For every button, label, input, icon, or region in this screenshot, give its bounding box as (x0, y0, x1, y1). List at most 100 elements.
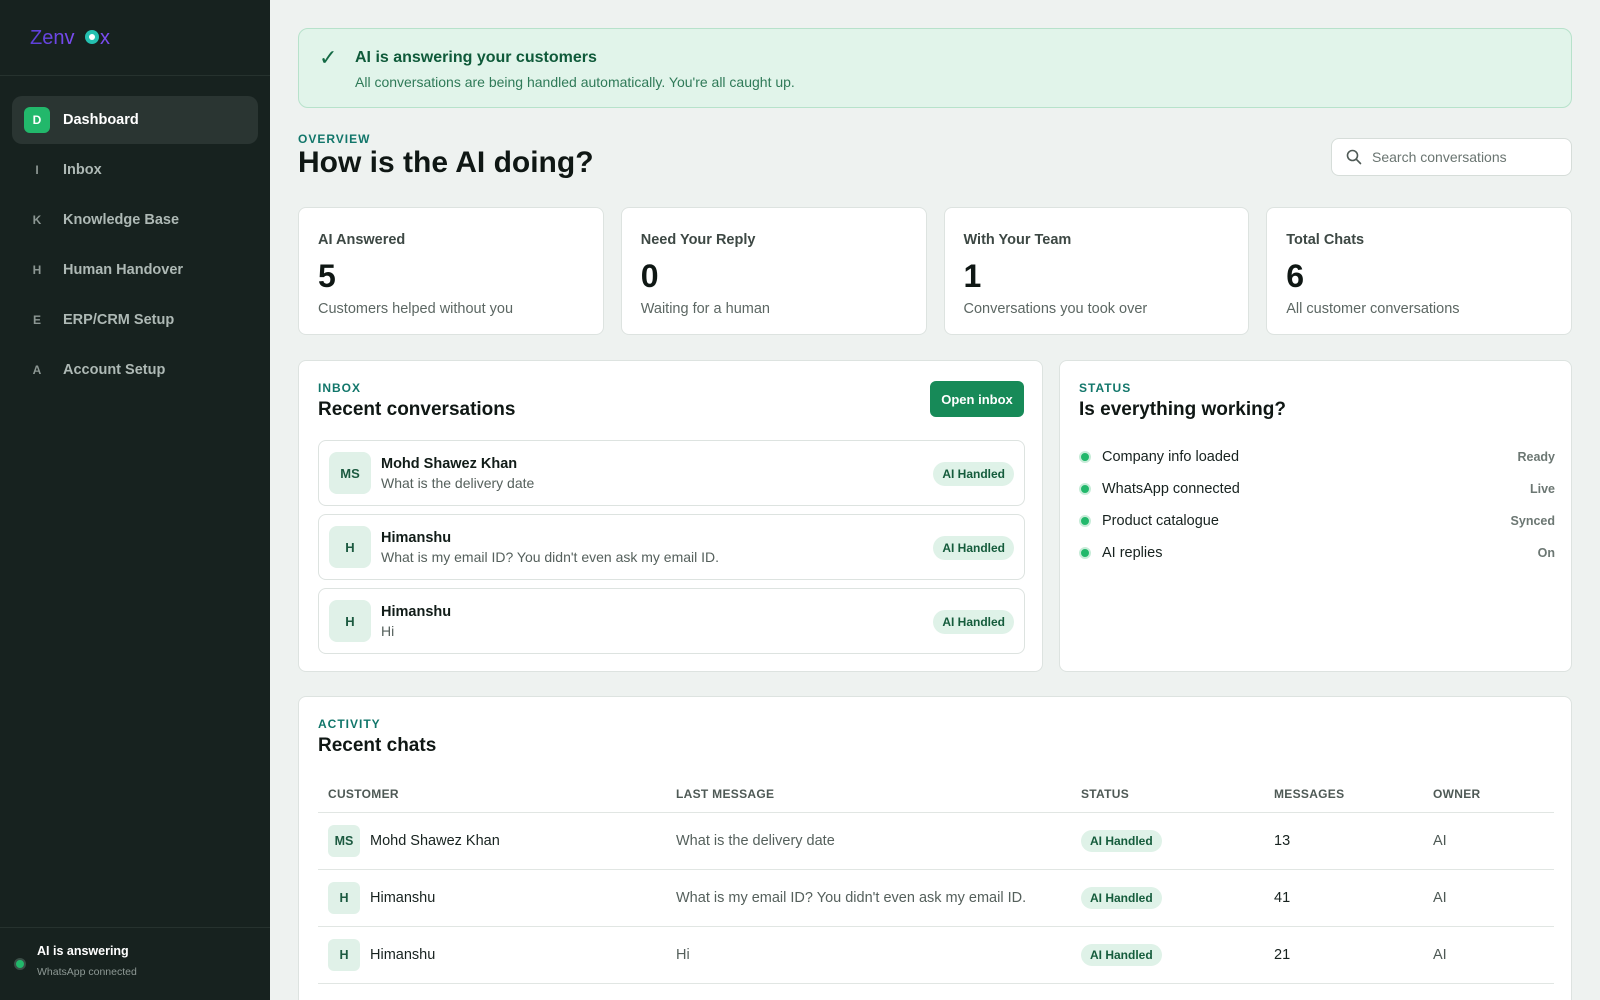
status-panel: STATUS Is everything working? Company in… (1059, 360, 1572, 672)
sidebar-nav: D Dashboard I Inbox K Knowledge Base H H… (0, 76, 270, 394)
status-dot-icon (1079, 451, 1091, 463)
open-inbox-button[interactable]: Open inbox (930, 381, 1024, 417)
conversation-item[interactable]: MS Mohd Shawez Khan What is the delivery… (318, 440, 1025, 506)
column-header-customer[interactable]: CUSTOMER (318, 787, 676, 801)
last-message: Hi (676, 947, 690, 963)
nav-badge: I (35, 163, 39, 177)
stat-label: AI Answered (318, 232, 406, 248)
activity-eyebrow: ACTIVITY (318, 717, 381, 731)
status-eyebrow: STATUS (1079, 381, 1132, 395)
svg-text:x: x (100, 27, 110, 49)
stat-label: Need Your Reply (640, 232, 756, 248)
stat-description: Waiting for a human (640, 301, 770, 317)
conversation-list: MS Mohd Shawez Khan What is the delivery… (318, 440, 1025, 662)
sidebar-item-knowledge-base[interactable]: K Knowledge Base (12, 196, 258, 244)
status-dot-icon (1079, 547, 1091, 559)
conversation-message: What is the delivery date (381, 474, 535, 491)
message-count: 21 (1274, 947, 1291, 963)
status-label: AI replies (1102, 545, 1163, 561)
banner-subtitle: All conversations are being handled auto… (355, 74, 795, 90)
stat-value: 5 (318, 258, 336, 294)
status-badge: AI Handled (933, 462, 1014, 486)
status-value: Ready (1517, 450, 1555, 464)
message-count: 41 (1274, 890, 1291, 906)
stat-description: All customer conversations (1286, 301, 1460, 317)
conversation-message: What is my email ID? You didn't even ask… (381, 548, 720, 565)
status-dot-icon (1079, 515, 1091, 527)
check-icon: ✓ (319, 45, 338, 70)
search-box[interactable] (1331, 138, 1572, 176)
inbox-title: Recent conversations (318, 399, 516, 420)
activity-panel: ACTIVITY Recent chats CUSTOMER LAST MESS… (298, 696, 1572, 1000)
stat-card-need-your-reply: Need Your Reply 0 Waiting for a human (620, 207, 927, 335)
table-row[interactable]: MS Mohd Shawez Khan What is the delivery… (318, 813, 1554, 870)
nav-badge: D (24, 107, 50, 133)
stat-description: Customers helped without you (318, 301, 514, 317)
column-header-last-message[interactable]: LAST MESSAGE (676, 787, 1081, 801)
sidebar-item-erp-crm-setup[interactable]: E ERP/CRM Setup (12, 296, 258, 344)
conversation-item[interactable]: H Himanshu What is my email ID? You didn… (318, 514, 1025, 580)
stat-card-ai-answered: AI Answered 5 Customers helped without y… (298, 207, 604, 335)
conversation-name: Himanshu (381, 529, 452, 546)
column-header-messages[interactable]: MESSAGES (1274, 787, 1433, 801)
brand-logo[interactable]: Zenv x (0, 0, 270, 76)
banner-title: AI is answering your customers (355, 49, 597, 66)
status-title: Is everything working? (1079, 399, 1286, 420)
stat-description: Conversations you took over (963, 301, 1148, 317)
ai-status-footer: AI is answering WhatsApp connected (0, 927, 270, 1000)
table-header: CUSTOMER LAST MESSAGE STATUS MESSAGES OW… (318, 775, 1554, 813)
stats-row: AI Answered 5 Customers helped without y… (298, 207, 1572, 335)
sidebar-item-human-handover[interactable]: H Human Handover (12, 246, 258, 294)
status-value: On (1537, 546, 1555, 560)
nav-badge: A (32, 363, 42, 377)
sidebar-item-label: Knowledge Base (63, 212, 180, 228)
sidebar-item-label: Human Handover (63, 262, 184, 278)
main-content: ✓ AI is answering your customers All con… (270, 0, 1600, 1000)
stat-label: Total Chats (1286, 232, 1365, 248)
owner: AI (1433, 947, 1447, 963)
svg-text:Zenv: Zenv (30, 27, 74, 49)
stat-card-with-your-team: With Your Team 1 Conversations you took … (943, 207, 1250, 335)
footer-subtitle: WhatsApp connected (37, 966, 137, 978)
inbox-panel: INBOX Recent conversations Open inbox MS… (298, 360, 1043, 672)
status-list: Company info loaded Ready WhatsApp conne… (1079, 441, 1555, 569)
message-count: 13 (1274, 833, 1291, 849)
avatar: MS (329, 452, 371, 494)
status-label: WhatsApp connected (1102, 481, 1240, 497)
status-badge: AI Handled (1081, 830, 1162, 852)
sidebar-item-label: ERP/CRM Setup (63, 312, 175, 328)
page-title: How is the AI doing? (298, 146, 594, 179)
avatar: H (328, 939, 360, 971)
avatar: MS (328, 825, 360, 857)
status-badge: AI Handled (933, 536, 1014, 560)
table-row[interactable]: H Himanshu Hi AI Handled 21 AI (318, 927, 1554, 984)
owner: AI (1433, 833, 1447, 849)
avatar: H (328, 882, 360, 914)
nav-badge: K (32, 213, 42, 227)
search-icon (1346, 149, 1362, 165)
last-message: What is the delivery date (676, 833, 835, 849)
status-label: Company info loaded (1102, 449, 1240, 465)
owner: AI (1433, 890, 1447, 906)
status-label: Product catalogue (1102, 513, 1219, 529)
sidebar-item-label: Inbox (63, 162, 102, 178)
sidebar: Zenv x D Dashboard I Inbox K Knowledge B… (0, 0, 270, 1000)
sidebar-item-inbox[interactable]: I Inbox (12, 146, 258, 194)
sidebar-item-dashboard[interactable]: D Dashboard (12, 96, 258, 144)
conversation-item[interactable]: H Himanshu Hi AI Handled (318, 588, 1025, 654)
ai-status-banner: ✓ AI is answering your customers All con… (298, 28, 1572, 108)
sidebar-item-label: Account Setup (63, 362, 166, 378)
column-header-status[interactable]: STATUS (1081, 787, 1274, 801)
conversation-message: Hi (381, 622, 395, 639)
nav-badge: E (32, 313, 41, 327)
last-message: What is my email ID? You didn't even ask… (676, 890, 1027, 906)
customer-name: Himanshu (370, 947, 436, 963)
search-input[interactable] (1372, 149, 1552, 165)
table-row[interactable]: H Himanshu What is my email ID? You didn… (318, 870, 1554, 927)
recent-chats-table: CUSTOMER LAST MESSAGE STATUS MESSAGES OW… (318, 775, 1554, 984)
sidebar-item-account-setup[interactable]: A Account Setup (12, 346, 258, 394)
zenvox-logo-icon: Zenv x (30, 27, 110, 49)
activity-title: Recent chats (318, 735, 437, 756)
column-header-owner[interactable]: OWNER (1433, 787, 1554, 801)
status-badge: AI Handled (1081, 887, 1162, 909)
